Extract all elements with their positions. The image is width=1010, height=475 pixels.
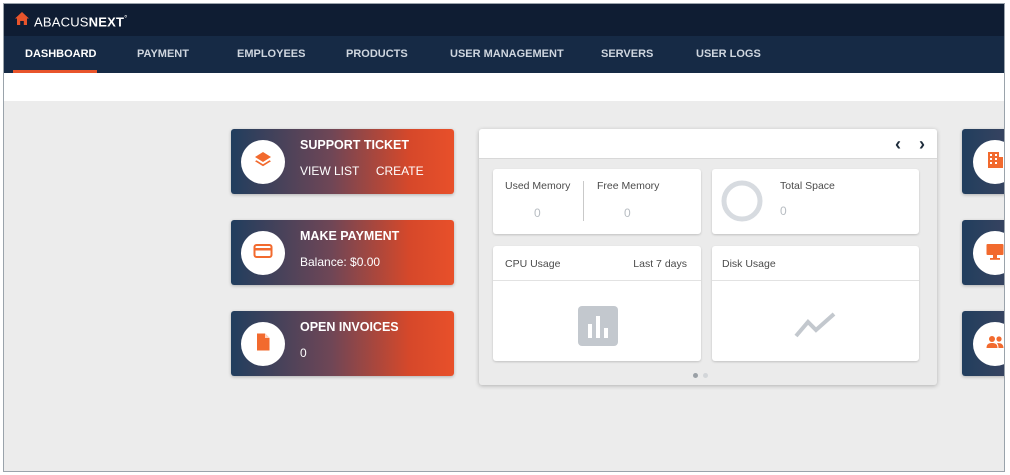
free-memory-label: Free Memory	[597, 180, 660, 192]
support-ticket-card[interactable]: SUPPORT TICKET VIEW LIST CREATE	[231, 129, 454, 194]
open-invoices-title: OPEN INVOICES	[300, 320, 399, 334]
sub-header	[4, 73, 1004, 101]
nav-servers[interactable]: SERVERS	[601, 36, 653, 73]
create-ticket-link[interactable]: CREATE	[376, 164, 424, 178]
disk-usage-tile: Disk Usage	[712, 246, 919, 361]
app-window: ABACUSNEXT° DASHBOARD PAYMENT EMPLOYEES …	[3, 3, 1005, 472]
support-ticket-links: VIEW LIST CREATE	[300, 164, 424, 178]
balance-text: Balance: $0.00	[300, 255, 381, 269]
nav-user-logs[interactable]: USER LOGS	[696, 36, 761, 73]
open-invoices-icon-circle	[241, 322, 285, 366]
logo[interactable]: ABACUSNEXT°	[14, 11, 128, 32]
credit-card-icon	[253, 241, 273, 266]
open-invoices-count: 0	[300, 346, 307, 360]
disk-tile-divider	[712, 280, 919, 281]
donut-gauge-icon	[720, 179, 764, 223]
total-space-tile: Total Space 0	[712, 169, 919, 234]
used-memory-label: Used Memory	[505, 180, 571, 192]
carousel-prev-button[interactable]: ‹	[890, 134, 906, 154]
cpu-usage-tile: CPU Usage Last 7 days	[493, 246, 701, 361]
monitor-icon	[985, 241, 1004, 266]
layers-icon	[253, 150, 273, 175]
disk-usage-label: Disk Usage	[722, 258, 776, 270]
cpu-tile-divider	[493, 280, 701, 281]
make-payment-card[interactable]: MAKE PAYMENT Balance: $0.00	[231, 220, 454, 285]
open-invoices-card[interactable]: OPEN INVOICES 0	[231, 311, 454, 376]
nav-dashboard[interactable]: DASHBOARD	[25, 36, 97, 73]
nav-products[interactable]: PRODUCTS	[346, 36, 408, 73]
logo-text: ABACUSNEXT°	[34, 13, 128, 30]
carousel-dot-1[interactable]	[693, 373, 698, 378]
right-card-3[interactable]	[962, 311, 1004, 376]
document-icon	[253, 332, 273, 357]
make-payment-title: MAKE PAYMENT	[300, 229, 400, 243]
server-stats-carousel: ‹ › Used Memory 0 Free Memory 0 Total Sp…	[479, 129, 937, 385]
right-card-3-icon-circle	[973, 322, 1004, 366]
memory-tile: Used Memory 0 Free Memory 0	[493, 169, 701, 234]
view-list-link[interactable]: VIEW LIST	[300, 164, 359, 178]
nav-user-management[interactable]: USER MANAGEMENT	[450, 36, 564, 73]
support-ticket-title: SUPPORT TICKET	[300, 138, 410, 152]
cpu-usage-label: CPU Usage	[505, 258, 561, 270]
used-memory-value: 0	[534, 206, 541, 220]
right-card-2[interactable]	[962, 220, 1004, 285]
support-ticket-icon-circle	[241, 140, 285, 184]
nav-employees[interactable]: EMPLOYEES	[237, 36, 305, 73]
bar-chart-icon	[578, 306, 618, 346]
carousel-header: ‹ ›	[479, 129, 937, 159]
total-space-label: Total Space	[780, 180, 835, 192]
total-space-value: 0	[780, 204, 787, 218]
users-icon	[985, 332, 1004, 357]
carousel-next-button[interactable]: ›	[914, 134, 930, 154]
main-nav: DASHBOARD PAYMENT EMPLOYEES PRODUCTS USE…	[4, 36, 1004, 73]
right-card-1-icon-circle	[973, 140, 1004, 184]
building-icon	[985, 150, 1004, 175]
top-bar: ABACUSNEXT°	[4, 4, 1004, 36]
trend-line-icon	[794, 310, 838, 340]
cpu-range-label[interactable]: Last 7 days	[633, 258, 687, 270]
memory-divider	[583, 181, 584, 221]
nav-payment[interactable]: PAYMENT	[137, 36, 189, 73]
carousel-dot-2[interactable]	[703, 373, 708, 378]
free-memory-value: 0	[624, 206, 631, 220]
make-payment-icon-circle	[241, 231, 285, 275]
right-card-1[interactable]	[962, 129, 1004, 194]
house-logo-icon	[14, 11, 30, 32]
right-card-2-icon-circle	[973, 231, 1004, 275]
